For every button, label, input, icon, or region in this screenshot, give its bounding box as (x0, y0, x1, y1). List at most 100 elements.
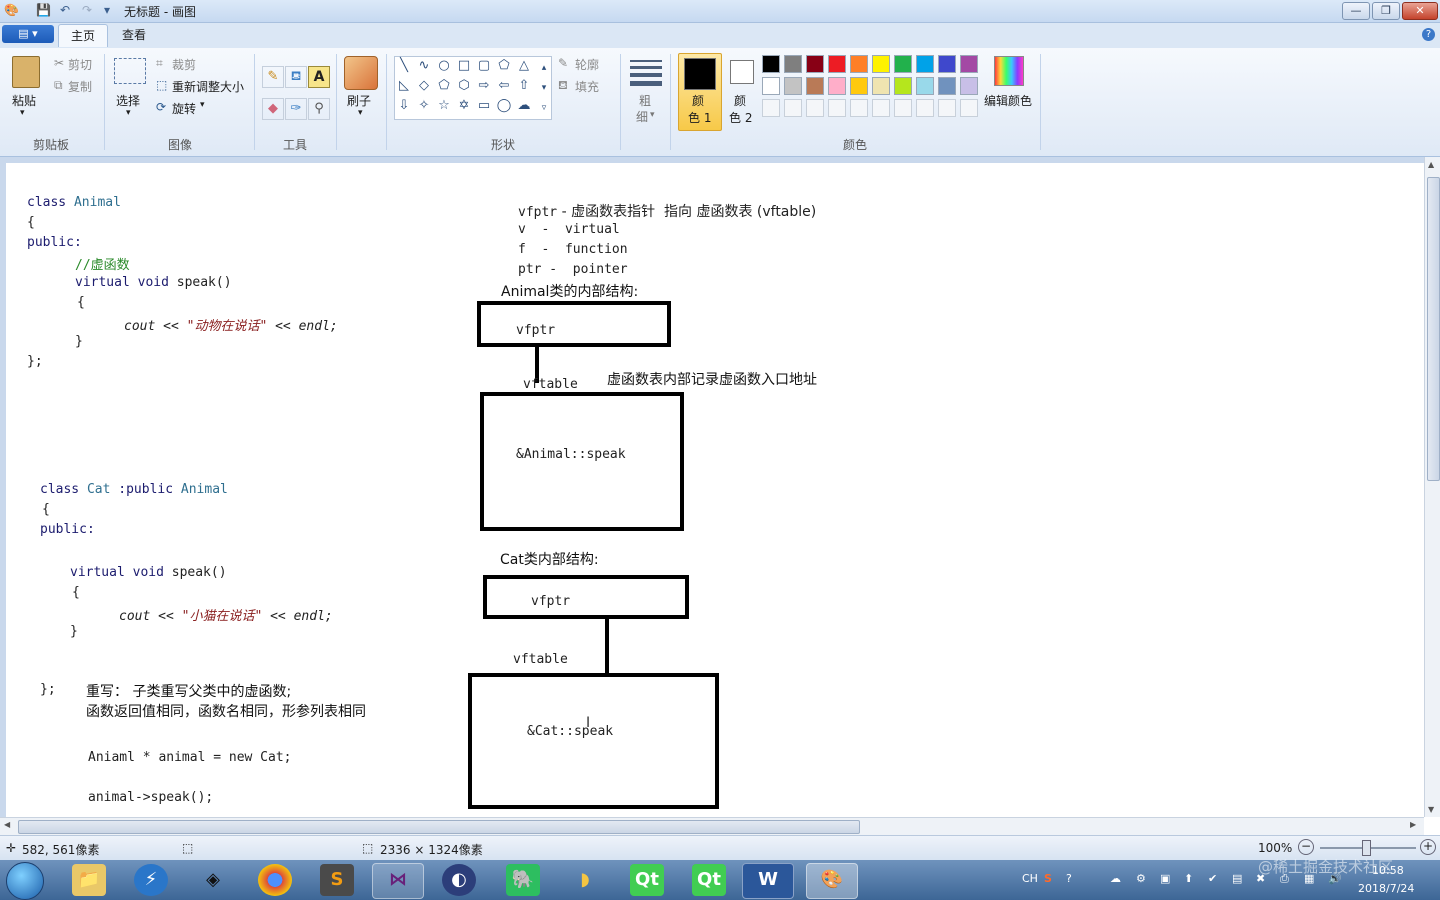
edit-colors-icon[interactable] (994, 56, 1024, 86)
crop-button[interactable]: 裁剪 (172, 56, 196, 73)
brush-dropdown-icon[interactable]: ▾ (358, 108, 363, 118)
palette-swatch[interactable] (762, 77, 780, 95)
zoom-out-icon[interactable]: − (1298, 839, 1314, 855)
zoom-in-icon[interactable]: + (1420, 839, 1436, 855)
curve-shape-icon[interactable]: ∿ (415, 57, 433, 75)
left-arrow-shape-icon[interactable]: ⇦ (495, 77, 513, 95)
tray-icon[interactable]: ▣ (1160, 872, 1170, 885)
palette-swatch[interactable] (806, 55, 824, 73)
crop-icon[interactable]: ⌗ (156, 56, 163, 71)
scroll-down-icon[interactable]: ▼ (1428, 805, 1434, 814)
down-arrow-shape-icon[interactable]: ⇩ (395, 97, 413, 115)
palette-swatch[interactable] (850, 55, 868, 73)
resize-button[interactable]: 重新调整大小 (172, 78, 244, 95)
cloud-callout-icon[interactable]: ☁ (515, 97, 533, 115)
scroll-left-icon[interactable]: ◀ (4, 820, 10, 829)
tray-icon[interactable]: ▤ (1232, 872, 1242, 885)
horizontal-scrollbar[interactable]: ◀ ▶ (0, 817, 1424, 835)
fill-button[interactable]: 填充 (575, 78, 599, 95)
right-triangle-shape-icon[interactable]: ◺ (395, 77, 413, 95)
shapes-expand-icon[interactable]: ▿ (535, 99, 553, 117)
minimize-button[interactable]: — (1342, 2, 1370, 20)
fill-icon[interactable]: ⛾ (558, 78, 568, 94)
palette-swatch[interactable] (916, 77, 934, 95)
edit-colors-button[interactable]: 编辑颜色 (984, 92, 1032, 109)
thunder-icon[interactable]: ⚡ (134, 864, 168, 896)
palette-custom-slot[interactable] (828, 99, 846, 117)
shapes-scroll-down-icon[interactable]: ▾ (535, 79, 553, 97)
palette-custom-slot[interactable] (872, 99, 890, 117)
word-icon[interactable]: W (742, 863, 794, 899)
scroll-right-icon[interactable]: ▶ (1410, 820, 1416, 829)
tray-icon[interactable]: ⚙ (1136, 872, 1146, 885)
shapes-scroll-up-icon[interactable]: ▴ (535, 59, 553, 77)
color-picker-icon[interactable]: ✑ (285, 98, 307, 120)
fill-bucket-icon[interactable]: ⛾ (285, 66, 307, 88)
rectangle-shape-icon[interactable]: □ (455, 57, 473, 75)
palette-swatch[interactable] (850, 77, 868, 95)
six-point-star-icon[interactable]: ✡ (455, 97, 473, 115)
palette-swatch[interactable] (784, 55, 802, 73)
tray-icon[interactable]: ☁ (1110, 872, 1121, 885)
tab-view[interactable]: 查看 (110, 24, 158, 46)
paste-icon[interactable] (12, 56, 40, 88)
color2-label-b[interactable]: 色 2 (729, 109, 752, 126)
sogou-icon[interactable]: S (1044, 872, 1052, 885)
color2-label-a[interactable]: 颜 (734, 92, 746, 109)
tray-icon[interactable]: ⬆ (1184, 872, 1193, 885)
rotate-button[interactable]: 旋转 (172, 100, 196, 117)
brush-icon[interactable] (344, 56, 378, 90)
polygon-shape-icon[interactable]: ⬠ (495, 57, 513, 75)
explorer-icon[interactable]: 📁 (72, 864, 106, 896)
palette-custom-slot[interactable] (938, 99, 956, 117)
chrome-icon[interactable] (258, 864, 292, 896)
help-icon[interactable]: ? (1422, 28, 1435, 41)
tray-help-icon[interactable]: ? (1066, 872, 1072, 885)
size-dropdown-icon[interactable]: ▾ (650, 110, 655, 120)
right-arrow-shape-icon[interactable]: ⇨ (475, 77, 493, 95)
palette-swatch[interactable] (894, 55, 912, 73)
qt-icon[interactable]: Qt (630, 864, 664, 896)
rect-callout-icon[interactable]: ▭ (475, 97, 493, 115)
maximize-button[interactable]: ❐ (1372, 2, 1400, 20)
palette-custom-slot[interactable] (916, 99, 934, 117)
size-label-1[interactable]: 粗 (639, 92, 651, 109)
palette-swatch[interactable] (872, 77, 890, 95)
rotate-dropdown-icon[interactable]: ▾ (200, 100, 205, 110)
paint-taskbar-icon[interactable]: 🎨 (806, 863, 858, 899)
select-dropdown-icon[interactable]: ▾ (126, 108, 131, 118)
visual-studio-icon[interactable]: ⋈ (372, 863, 424, 899)
qt-designer-icon[interactable]: Qt (692, 864, 726, 896)
sql-icon[interactable]: ◗ (568, 864, 602, 896)
vertical-scroll-thumb[interactable] (1427, 177, 1440, 481)
palette-custom-slot[interactable] (806, 99, 824, 117)
paint-app-icon[interactable]: 🎨 (4, 3, 19, 17)
tray-icon[interactable]: ✔ (1208, 872, 1217, 885)
line-size-icon[interactable] (630, 60, 662, 86)
palette-swatch[interactable] (762, 55, 780, 73)
magnifier-icon[interactable]: ⚲ (308, 98, 330, 120)
four-point-star-icon[interactable]: ✧ (415, 97, 433, 115)
five-point-star-icon[interactable]: ☆ (435, 97, 453, 115)
palette-swatch[interactable] (938, 77, 956, 95)
unity-icon[interactable]: ◈ (196, 864, 230, 896)
line-shape-icon[interactable]: ╲ (395, 57, 413, 75)
brush-button[interactable]: 刷子 (347, 92, 371, 109)
file-menu-button[interactable]: ▤ ▾ (2, 25, 54, 43)
scroll-up-icon[interactable]: ▲ (1428, 160, 1434, 169)
palette-custom-slot[interactable] (762, 99, 780, 117)
hexagon-shape-icon[interactable]: ⬡ (455, 77, 473, 95)
triangle-shape-icon[interactable]: △ (515, 57, 533, 75)
palette-custom-slot[interactable] (784, 99, 802, 117)
select-icon[interactable] (114, 58, 146, 84)
undo-icon[interactable]: ↶ (58, 3, 72, 17)
pentagon-shape-icon[interactable]: ⬠ (435, 77, 453, 95)
ime-indicator[interactable]: CH (1022, 872, 1038, 885)
palette-swatch[interactable] (828, 55, 846, 73)
text-tool-icon[interactable]: A (308, 66, 330, 88)
quick-access-dropdown-icon[interactable]: ▾ (100, 3, 114, 17)
copy-button[interactable]: 复制 (68, 78, 92, 95)
cut-icon[interactable]: ✂ (54, 56, 64, 70)
palette-custom-slot[interactable] (894, 99, 912, 117)
cut-button[interactable]: 剪切 (68, 56, 92, 73)
